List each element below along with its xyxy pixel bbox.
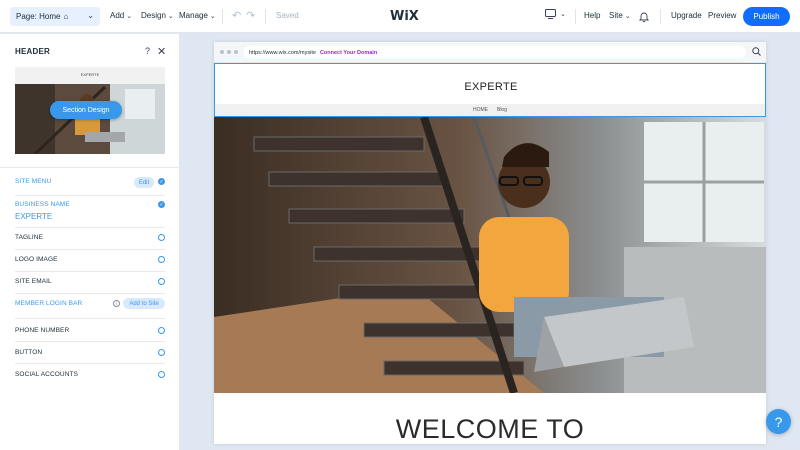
site-menu[interactable]: HOME Blog (215, 104, 765, 116)
hero-image[interactable] (214, 117, 766, 393)
chevron-down-icon: ⌄ (624, 12, 631, 20)
site-canvas: https://www.wix.com/mysite Connect Your … (214, 42, 766, 444)
welcome-heading[interactable]: WELCOME TO (214, 414, 766, 444)
divider (575, 9, 576, 24)
radio-icon[interactable] (158, 278, 165, 285)
panel-item-button[interactable]: BUTTON (15, 349, 165, 359)
page-selector[interactable]: Page: Home ⌂ ⌄ (10, 7, 100, 26)
close-icon[interactable]: ✕ (157, 45, 166, 58)
panel-item-site-menu[interactable]: SITE MENU Edit ✓ (15, 177, 165, 192)
divider (265, 9, 266, 24)
panel-item-social-accounts[interactable]: SOCIAL ACCOUNTS (15, 371, 165, 381)
panel-item-label: PHONE NUMBER (15, 327, 70, 334)
upgrade-link[interactable]: Upgrade (671, 11, 702, 20)
add-menu[interactable]: Add ⌄ (110, 11, 132, 20)
window-dots (220, 50, 238, 54)
panel-item-business-name[interactable]: BUSINESS NAME EXPERTE ✓ (15, 201, 165, 225)
device-switcher[interactable]: ⌄ (545, 9, 566, 19)
add-menu-label: Add (110, 11, 125, 20)
upgrade-label: Upgrade (671, 11, 702, 20)
panel-item-label: SOCIAL ACCOUNTS (15, 371, 79, 378)
add-to-site-button[interactable]: Add to Site (123, 298, 165, 309)
manage-menu[interactable]: Manage ⌄ (179, 11, 216, 20)
panel-item-phone-number[interactable]: PHONE NUMBER (15, 327, 165, 337)
design-menu-label: Design (141, 11, 166, 20)
divider (15, 271, 165, 272)
radio-icon[interactable] (158, 371, 165, 378)
site-header[interactable]: EXPERTE HOME Blog (214, 63, 766, 117)
header-settings-panel: HEADER ? ✕ EXPERTE Section Design SITE M… (0, 34, 180, 450)
panel-item-label: BUSINESS NAME (15, 201, 70, 208)
panel-item-label: LOGO IMAGE (15, 256, 58, 263)
divider (15, 318, 165, 319)
divider (660, 9, 661, 24)
wix-logo: WiX (390, 9, 419, 24)
business-name-value: EXPERTE (15, 212, 53, 221)
site-menu[interactable]: Site ⌄ (609, 11, 631, 20)
nav-item-blog[interactable]: Blog (497, 107, 507, 113)
undo-icon[interactable]: ↶ (232, 9, 241, 22)
manage-menu-label: Manage (179, 11, 208, 20)
edit-button[interactable]: Edit (134, 177, 154, 188)
help-menu-label: Help (584, 11, 601, 20)
radio-icon[interactable] (158, 349, 165, 356)
checked-icon[interactable]: ✓ (158, 201, 165, 208)
panel-item-logo-image[interactable]: LOGO IMAGE (15, 256, 165, 266)
panel-item-member-login-bar[interactable]: MEMBER LOGIN BAR i Add to Site (15, 298, 165, 312)
help-bubble-button[interactable]: ? (766, 409, 791, 434)
divider (222, 9, 223, 24)
panel-item-label: BUTTON (15, 349, 43, 356)
save-status: Saved (276, 11, 299, 20)
radio-icon[interactable] (158, 234, 165, 241)
chevron-down-icon: ⌄ (126, 12, 133, 20)
divider (0, 167, 180, 168)
chevron-down-icon: ⌄ (209, 12, 216, 20)
help-icon[interactable]: ? (145, 46, 150, 56)
redo-icon[interactable]: ↷ (246, 9, 255, 22)
section-design-button[interactable]: Section Design (50, 101, 122, 119)
radio-icon[interactable] (158, 327, 165, 334)
divider (15, 227, 165, 228)
preview-link[interactable]: Preview (708, 11, 736, 20)
divider (15, 195, 165, 196)
chevron-down-icon: ⌄ (167, 12, 174, 20)
browser-bar: https://www.wix.com/mysite Connect Your … (214, 42, 766, 63)
panel-item-tagline[interactable]: TAGLINE (15, 234, 165, 244)
url-bar: https://www.wix.com/mysite Connect Your … (243, 46, 746, 59)
site-url: https://www.wix.com/mysite (249, 49, 316, 56)
panel-title: HEADER (15, 47, 50, 56)
divider (15, 341, 165, 342)
hero-photo (214, 117, 766, 393)
divider (15, 293, 165, 294)
help-menu[interactable]: Help (584, 11, 600, 20)
panel-item-label: TAGLINE (15, 234, 44, 241)
divider (15, 363, 165, 364)
design-menu[interactable]: Design ⌄ (141, 11, 174, 20)
connect-domain-link[interactable]: Connect Your Domain (320, 50, 377, 56)
panel-item-site-email[interactable]: SITE EMAIL (15, 278, 165, 288)
top-bar: Page: Home ⌂ ⌄ Add ⌄ Design ⌄ Manage ⌄ ↶… (0, 0, 800, 33)
desktop-icon (545, 9, 556, 19)
zoom-icon[interactable] (752, 47, 761, 58)
site-menu-label: Site (609, 11, 623, 20)
header-thumbnail: EXPERTE Section Design (15, 67, 165, 154)
chevron-down-icon: ⌄ (560, 11, 566, 18)
page-selector-label: Page: Home (16, 12, 61, 21)
bell-icon[interactable] (638, 10, 650, 28)
chevron-down-icon: ⌄ (87, 11, 94, 20)
home-icon: ⌂ (63, 12, 69, 21)
divider (15, 249, 165, 250)
checked-icon[interactable]: ✓ (158, 178, 165, 185)
info-icon[interactable]: i (113, 300, 120, 307)
preview-label: Preview (708, 11, 737, 20)
thumbnail-logo: EXPERTE (80, 72, 100, 77)
site-logo[interactable]: EXPERTE (215, 81, 766, 93)
radio-icon[interactable] (158, 256, 165, 263)
panel-item-label: SITE EMAIL (15, 278, 52, 285)
publish-button[interactable]: Publish (743, 7, 790, 26)
nav-item-home[interactable]: HOME (473, 107, 488, 113)
